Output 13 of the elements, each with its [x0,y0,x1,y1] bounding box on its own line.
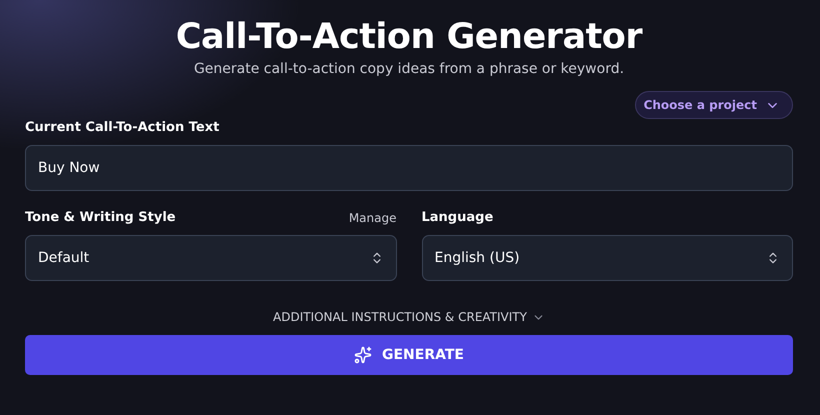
sparkles-icon [354,346,372,364]
page-subtitle: Generate call-to-action copy ideas from a phrase or keyword. [192,60,626,78]
additional-instructions-toggle[interactable]: ADDITIONAL INSTRUCTIONS & CREATIVITY [267,309,551,325]
project-dropdown[interactable]: Choose a project [634,91,793,119]
page-title: Call-To-Action Generator [174,16,644,59]
field-label: Tone & Writing Style [25,209,176,227]
manage-link[interactable]: Manage [348,211,396,225]
language-select[interactable]: English (US) [422,235,793,281]
field-label: Language [422,209,494,227]
cta-text-field[interactable]: Buy Now [25,145,793,191]
tone-select[interactable]: Default [25,235,396,281]
field-label: Current Call-To-Action Text [25,119,220,137]
generate-button[interactable]: GENERATE [25,335,793,375]
